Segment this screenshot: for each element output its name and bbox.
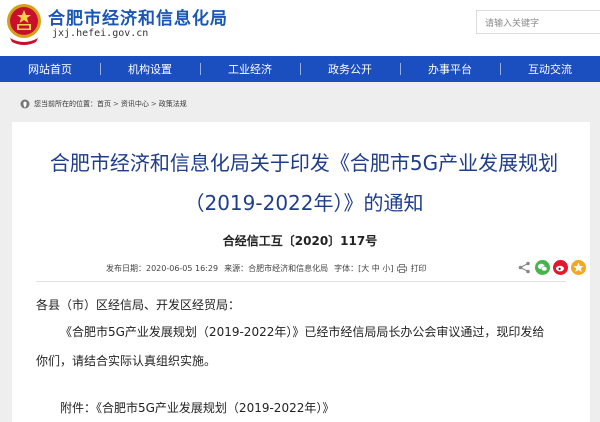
- site-header: 合肥市经济和信息化局 jxj.hefei.gov.cn: [0, 0, 600, 50]
- breadcrumb-item-news[interactable]: 资讯中心: [121, 99, 149, 109]
- site-domain: jxj.hefei.gov.cn: [52, 28, 149, 39]
- article-meta: 发布日期：2020-06-05 16:29 来源：合肥市经济和信息化局 字体：[…: [106, 263, 426, 274]
- site-name[interactable]: 合肥市经济和信息化局: [48, 4, 228, 29]
- nav-item-government-affairs[interactable]: 政务公开: [300, 56, 400, 82]
- paragraph-line-1: 《合肥市5G产业发展规划（2019-2022年）》已经市经信局局长办公会审议通过…: [60, 325, 545, 339]
- nav-item-home[interactable]: 网站首页: [0, 56, 100, 82]
- location-pin-icon: [20, 99, 30, 109]
- font-size-label: 字体：[: [334, 264, 362, 273]
- breadcrumb-separator: >: [150, 100, 157, 108]
- nav-item-services[interactable]: 办事平台: [400, 56, 500, 82]
- breadcrumb-item-policy[interactable]: 政策法规: [159, 99, 187, 109]
- print-link[interactable]: 打印: [410, 263, 426, 274]
- weibo-icon[interactable]: [553, 260, 568, 275]
- document-number: 合经信工互〔2020〕117号: [222, 234, 378, 248]
- breadcrumb-item-home[interactable]: 首页: [97, 99, 111, 109]
- nav-item-industry[interactable]: 工业经济: [200, 56, 300, 82]
- print-icon[interactable]: [397, 264, 408, 273]
- search-box: [476, 10, 600, 35]
- font-size-large[interactable]: 大: [361, 263, 369, 274]
- breadcrumb-separator: >: [113, 100, 119, 108]
- breadcrumb: 您当前所在的位置： 首页 > 资讯中心 > 政策法规: [20, 99, 187, 109]
- publish-date: 发布日期：2020-06-05 16:29: [106, 264, 219, 273]
- share-icon[interactable]: [517, 260, 532, 275]
- font-size-medium[interactable]: 中: [372, 263, 380, 274]
- wechat-icon[interactable]: [535, 260, 550, 275]
- nav-item-interaction[interactable]: 互动交流: [500, 56, 600, 82]
- breadcrumb-prefix: 您当前所在的位置：: [34, 100, 97, 108]
- article-title: 合肥市经济和信息化局关于印发《合肥市5G产业发展规划（2019-2022年）》的…: [49, 151, 559, 215]
- font-size-close: ]: [390, 264, 394, 273]
- article-source: 来源：合肥市经济和信息化局: [224, 264, 329, 273]
- national-emblem-icon[interactable]: [4, 2, 44, 46]
- font-size-small[interactable]: 小: [382, 263, 390, 274]
- divider: [36, 281, 566, 282]
- search-input[interactable]: [477, 13, 600, 35]
- nav-item-organization[interactable]: 机构设置: [100, 56, 200, 82]
- share-bar: [517, 260, 589, 275]
- main-nav: 网站首页 机构设置 工业经济 政务公开 办事平台 互动交流: [0, 56, 600, 82]
- qzone-icon[interactable]: [571, 260, 586, 275]
- salutation: 各县（市）区经信局、开发区经贸局：: [36, 298, 241, 312]
- attachment-link[interactable]: 附件：《合肥市5G产业发展规划（2019-2022年）》: [60, 399, 334, 416]
- paragraph-line-2: 你们，请结合实际认真组织实施。: [36, 354, 217, 368]
